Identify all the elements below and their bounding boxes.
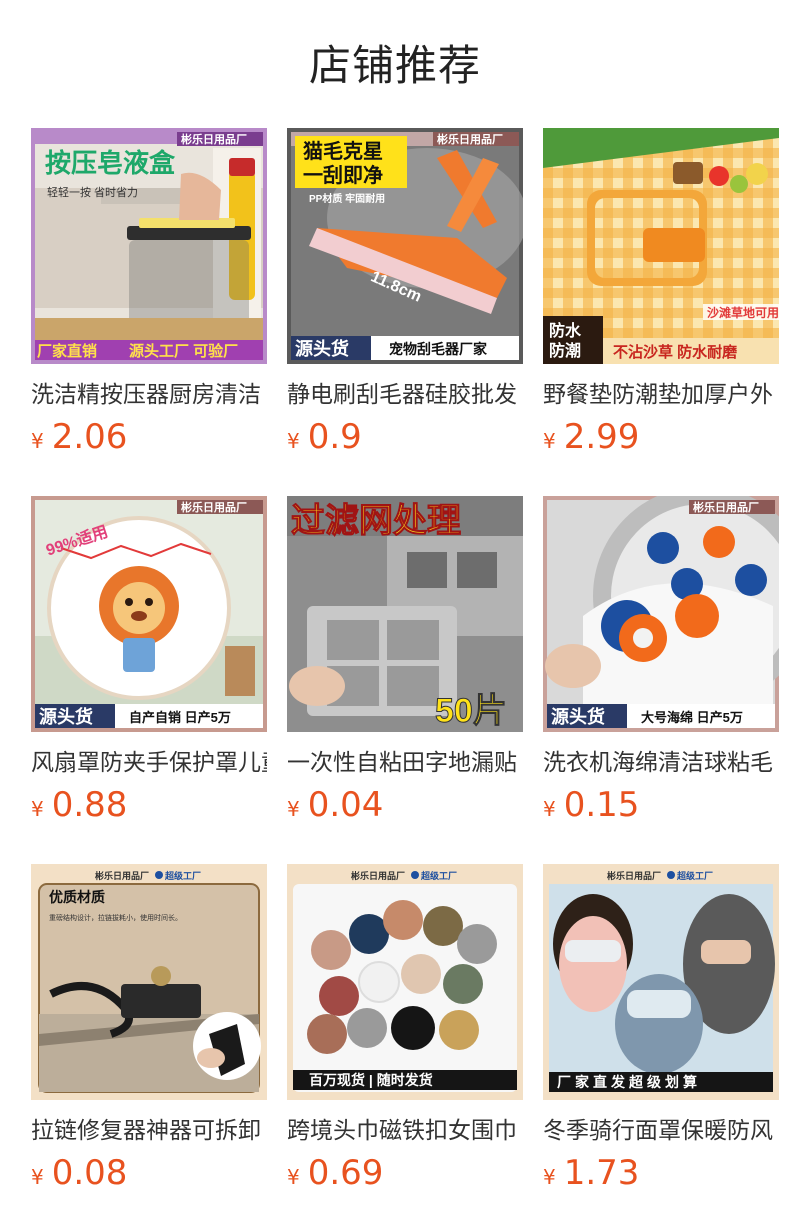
product-image-soap-dispenser[interactable]: 彬乐日用品厂 按压皂液盒 轻轻一按 省时省力 厂家直销 源头工厂 可验厂	[31, 128, 267, 364]
product-name[interactable]: 一次性自粘田字地漏贴	[287, 746, 523, 780]
product-price: ¥0.9	[287, 414, 362, 460]
laundry-footer-right: 大号海绵 日产5万	[641, 710, 743, 725]
fan-shop-label: 彬乐日用品厂	[181, 500, 247, 514]
product-name[interactable]: 静电刷刮毛器硅胶批发	[287, 378, 523, 412]
product-image-pet-hair-scraper[interactable]: 彬乐日用品厂 猫毛克星 一刮即净 PP材质 牢固耐用 11.8cm 源头货 宠物…	[287, 128, 523, 364]
product-price: ¥0.08	[31, 1150, 127, 1196]
price-amount: 2.06	[51, 417, 128, 457]
price-amount: 0.88	[51, 785, 128, 825]
product-card-soap-dispenser[interactable]: 彬乐日用品厂 按压皂液盒 轻轻一按 省时省力 厂家直销 源头工厂 可验厂 洗洁精…	[31, 128, 267, 496]
zipper-headline: 优质材质	[49, 889, 105, 906]
product-name[interactable]: 拉链修复器神器可拆卸	[31, 1114, 267, 1148]
product-image-magnetic-buttons[interactable]: 彬乐日用品厂 超级工厂 百万现货 | 随时发货	[287, 864, 523, 1100]
soap-shop-label: 彬乐日用品厂	[181, 132, 247, 146]
drain-headline: 过滤网处理	[291, 502, 461, 540]
soap-headline: 按压皂液盒	[45, 148, 176, 178]
mat-tag: 沙滩草地可用	[707, 305, 779, 320]
scraper-footer-left: 源头货	[295, 338, 349, 359]
product-price: ¥0.69	[287, 1150, 383, 1196]
product-card-magnetic-buttons[interactable]: 彬乐日用品厂 超级工厂 百万现货 | 随时发货 跨境头巾磁铁扣女围巾 ¥ 0.6…	[287, 864, 523, 1232]
product-price: ¥0.15	[543, 782, 639, 828]
buttons-footer: 百万现货 | 随时发货	[309, 1072, 433, 1088]
price-amount: 0.15	[563, 785, 640, 825]
price-currency: ¥	[31, 1165, 44, 1189]
price-amount: 1.73	[563, 1153, 640, 1193]
product-price: ¥1.73	[543, 1150, 639, 1196]
scraper-subline: PP材质 牢固耐用	[309, 192, 385, 205]
price-currency: ¥	[287, 1165, 300, 1189]
product-card-fan-guard[interactable]: 彬乐日用品厂 99%适用 源头货 自产自销 日产5万 风扇罩防夹手保护罩儿童 ¥…	[31, 496, 267, 864]
product-name[interactable]: 野餐垫防潮垫加厚户外	[543, 378, 779, 412]
product-name[interactable]: 洗衣机海绵清洁球粘毛	[543, 746, 779, 780]
zipper-shop-label: 彬乐日用品厂	[95, 870, 149, 881]
product-image-face-mask[interactable]: 彬乐日用品厂 超级工厂 厂家直发超级划算	[543, 864, 779, 1100]
product-card-drain-filter[interactable]: 过滤网处理 50片 一次性自粘田字地漏贴 ¥0.04	[287, 496, 523, 864]
price-currency: ¥	[543, 429, 556, 453]
product-card-pet-hair-scraper[interactable]: 彬乐日用品厂 猫毛克星 一刮即净 PP材质 牢固耐用 11.8cm 源头货 宠物…	[287, 128, 523, 496]
product-name[interactable]: 冬季骑行面罩保暖防风	[543, 1114, 779, 1148]
fan-footer-left: 源头货	[39, 706, 93, 727]
scraper-footer-right: 宠物刮毛器厂家	[389, 341, 488, 357]
product-name[interactable]: 跨境头巾磁铁扣女围巾	[287, 1114, 523, 1148]
product-price: ¥2.99	[543, 414, 639, 460]
zipper-tier: 超级工厂	[164, 870, 201, 881]
price-currency: ¥	[31, 429, 44, 453]
mat-footer: 不沾沙草 防水耐磨	[613, 343, 738, 361]
fan-footer-right: 自产自销 日产5万	[129, 710, 231, 725]
product-card-laundry-balls[interactable]: 彬乐日用品厂 源头货 大号海绵 日产5万 洗衣机海绵清洁球粘毛 ¥0.15	[543, 496, 779, 864]
scraper-headline-2: 一刮即净	[303, 163, 383, 187]
price-amount: 2.99	[563, 417, 640, 457]
scraper-headline-1: 猫毛克星	[303, 140, 383, 163]
product-image-drain-filter[interactable]: 过滤网处理 50片	[287, 496, 523, 732]
product-image-laundry-balls[interactable]: 彬乐日用品厂 源头货 大号海绵 日产5万	[543, 496, 779, 732]
laundry-footer-left: 源头货	[551, 706, 605, 727]
price-amount: 0.04	[307, 785, 384, 825]
zipper-tier-icon	[155, 871, 163, 879]
soap-subline: 轻轻一按 省时省力	[47, 185, 138, 199]
product-name[interactable]: 洗洁精按压器厨房清洁	[31, 378, 267, 412]
mask-tier-icon	[667, 871, 675, 879]
price-amount: 0.9	[307, 417, 362, 457]
product-card-zipper-repair[interactable]: 彬乐日用品厂 超级工厂 优质材质 重磅结构设计，拉链拔耗小，使用时间长。 拉链修…	[31, 864, 267, 1232]
price-amount: 0.69	[307, 1153, 384, 1193]
buttons-tier-icon	[411, 871, 419, 879]
price-currency: ¥	[287, 429, 300, 453]
laundry-shop-label: 彬乐日用品厂	[693, 500, 759, 514]
product-image-picnic-mat[interactable]: 沙滩草地可用 防水 防潮 不沾沙草 防水耐磨	[543, 128, 779, 364]
product-card-picnic-mat[interactable]: 沙滩草地可用 防水 防潮 不沾沙草 防水耐磨 野餐垫防潮垫加厚户外 ¥2.99	[543, 128, 779, 496]
drain-count: 50片	[435, 692, 507, 730]
buttons-shop-label: 彬乐日用品厂	[351, 870, 405, 881]
mask-shop-label: 彬乐日用品厂	[607, 870, 661, 881]
page-title: 店铺推荐	[308, 41, 481, 90]
soap-footer-left: 厂家直销	[37, 342, 97, 360]
product-image-zipper-repair[interactable]: 彬乐日用品厂 超级工厂 优质材质 重磅结构设计，拉链拔耗小，使用时间长。	[31, 864, 267, 1100]
mask-footer: 厂家直发超级划算	[557, 1074, 701, 1090]
product-image-fan-guard[interactable]: 彬乐日用品厂 99%适用 源头货 自产自销 日产5万	[31, 496, 267, 732]
price-currency: ¥	[31, 797, 44, 821]
mask-tier: 超级工厂	[676, 870, 713, 881]
soap-footer-right: 源头工厂 可验厂	[129, 342, 238, 360]
product-price: ¥0.88	[31, 782, 127, 828]
store-recommendation-page: 店铺推荐 彬乐日用品厂 按压皂液盒 轻轻一按 省时省力 厂家直销 源头工厂 可验…	[0, 0, 790, 1232]
product-price: ¥0.04	[287, 782, 383, 828]
price-currency: ¥	[543, 797, 556, 821]
product-grid: 彬乐日用品厂 按压皂液盒 轻轻一按 省时省力 厂家直销 源头工厂 可验厂 洗洁精…	[31, 128, 779, 1232]
scraper-shop-label: 彬乐日用品厂	[437, 132, 503, 146]
price-currency: ¥	[287, 797, 300, 821]
buttons-tier: 超级工厂	[420, 870, 457, 881]
mat-badge-2: 防潮	[549, 341, 581, 360]
product-price: ¥2.06	[31, 414, 127, 460]
price-currency: ¥	[543, 1165, 556, 1189]
product-card-face-mask[interactable]: 彬乐日用品厂 超级工厂 厂家直发超级划算 冬季骑行面罩保暖防风 ¥ 1.73	[543, 864, 779, 1232]
zipper-subline: 重磅结构设计，拉链拔耗小，使用时间长。	[49, 913, 182, 922]
price-amount: 0.08	[51, 1153, 128, 1193]
mat-badge-1: 防水	[549, 321, 582, 340]
product-name[interactable]: 风扇罩防夹手保护罩儿童	[31, 746, 267, 780]
